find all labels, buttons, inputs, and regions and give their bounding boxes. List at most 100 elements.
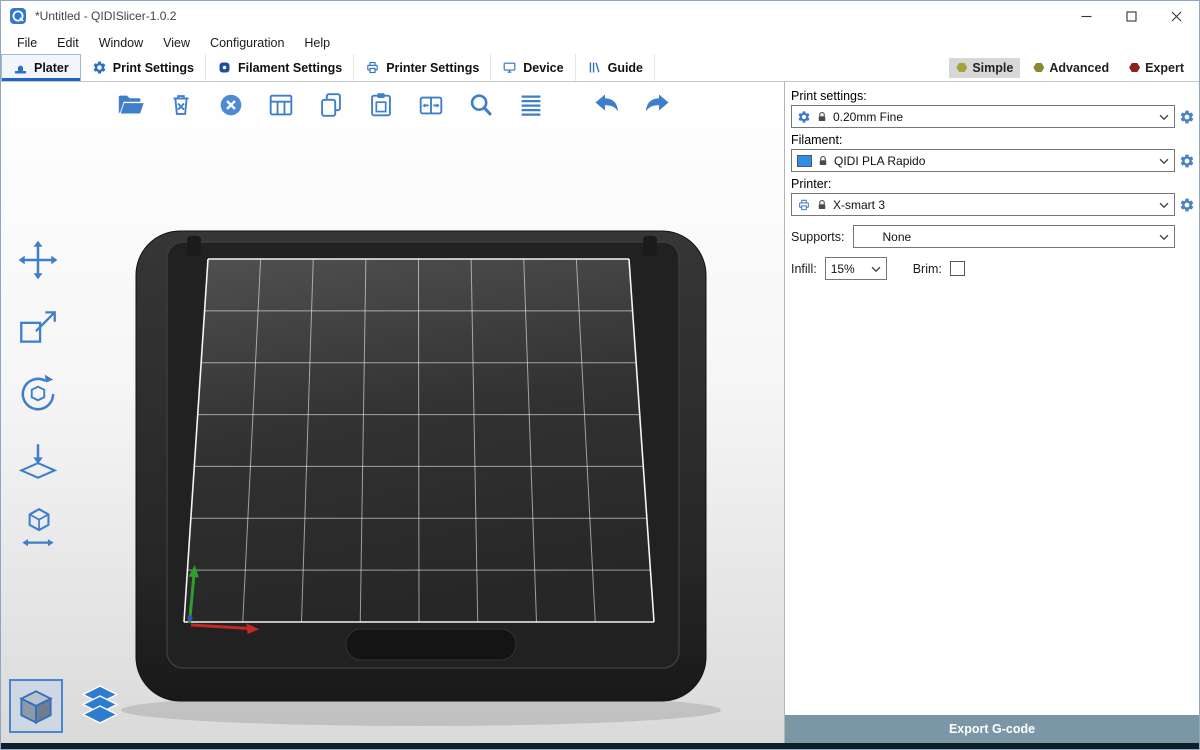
tab-bar: Plater Print Settings Filament Settings … bbox=[1, 54, 1199, 82]
measure-cube-icon bbox=[22, 509, 53, 546]
open-button[interactable] bbox=[113, 87, 149, 123]
copy-button[interactable] bbox=[313, 87, 349, 123]
tab-print-settings[interactable]: Print Settings bbox=[81, 54, 206, 81]
settings-sidebar: Print settings: 0.20mm Fine Filament: QI… bbox=[784, 82, 1199, 743]
gear-icon bbox=[92, 60, 107, 75]
print-settings-label: Print settings: bbox=[791, 89, 1199, 103]
chevron-down-icon bbox=[1156, 153, 1172, 169]
printer-gear-button[interactable] bbox=[1175, 197, 1199, 213]
sliced-layers-icon bbox=[83, 686, 117, 723]
preview-view-button[interactable] bbox=[73, 679, 127, 733]
redo-arrow-icon bbox=[646, 95, 669, 112]
filament-label: Filament: bbox=[791, 133, 1199, 147]
mode-label: Simple bbox=[972, 61, 1013, 75]
title-bar: *Untitled - QIDISlicer-1.0.2 bbox=[1, 1, 1199, 31]
simple-mode-dot-icon bbox=[956, 63, 967, 73]
infill-select[interactable]: 15% bbox=[825, 257, 887, 280]
maximize-button[interactable] bbox=[1109, 1, 1154, 31]
menu-window[interactable]: Window bbox=[89, 33, 153, 53]
supports-value: None bbox=[859, 230, 1151, 244]
undo-button[interactable] bbox=[589, 87, 625, 123]
print-bed[interactable] bbox=[1, 82, 786, 743]
trash-icon bbox=[173, 96, 188, 114]
mode-switcher: Simple Advanced Expert bbox=[949, 54, 1199, 81]
variable-layer-height-button[interactable] bbox=[513, 87, 549, 123]
app-window: *Untitled - QIDISlicer-1.0.2 File Edit W… bbox=[0, 0, 1200, 750]
tab-device[interactable]: Device bbox=[491, 54, 575, 81]
print-settings-select[interactable]: 0.20mm Fine bbox=[791, 105, 1175, 128]
redo-button[interactable] bbox=[639, 87, 675, 123]
mode-expert[interactable]: Expert bbox=[1122, 58, 1191, 78]
split-objects-button[interactable] bbox=[413, 87, 449, 123]
view-toolbar bbox=[9, 679, 127, 733]
arrange-grid-icon bbox=[270, 96, 291, 115]
infill-label: Infill: bbox=[791, 262, 817, 276]
menu-edit[interactable]: Edit bbox=[47, 33, 89, 53]
filament-spool-icon bbox=[217, 60, 232, 75]
gear-icon bbox=[797, 110, 811, 124]
delete-all-button[interactable] bbox=[213, 87, 249, 123]
mode-simple[interactable]: Simple bbox=[949, 58, 1020, 78]
lock-icon bbox=[817, 155, 829, 167]
printer-select[interactable]: X-smart 3 bbox=[791, 193, 1175, 216]
menu-view[interactable]: View bbox=[153, 33, 200, 53]
menu-help[interactable]: Help bbox=[294, 33, 340, 53]
move-arrows-icon bbox=[19, 241, 58, 280]
scale-tool-button[interactable] bbox=[11, 302, 65, 352]
place-on-face-tool-button[interactable] bbox=[11, 436, 65, 486]
printer-value: X-smart 3 bbox=[833, 198, 1151, 212]
close-button[interactable] bbox=[1154, 1, 1199, 31]
menu-bar: File Edit Window View Configuration Help bbox=[1, 31, 1199, 54]
menu-configuration[interactable]: Configuration bbox=[200, 33, 294, 53]
menu-file[interactable]: File bbox=[7, 33, 47, 53]
filament-color-swatch bbox=[797, 155, 812, 167]
search-button[interactable] bbox=[463, 87, 499, 123]
print-settings-gear-button[interactable] bbox=[1175, 109, 1199, 125]
export-gcode-button[interactable]: Export G-code bbox=[785, 715, 1199, 743]
window-controls bbox=[1064, 1, 1199, 31]
brim-label: Brim: bbox=[913, 262, 942, 276]
copy-icon bbox=[322, 94, 340, 116]
scale-icon bbox=[21, 312, 54, 341]
mode-advanced[interactable]: Advanced bbox=[1026, 58, 1116, 78]
brim-checkbox[interactable] bbox=[950, 261, 965, 276]
chevron-down-icon bbox=[868, 261, 884, 277]
printer-label: Printer: bbox=[791, 177, 1199, 191]
supports-label: Supports: bbox=[791, 230, 845, 244]
viewport-3d[interactable] bbox=[1, 82, 786, 743]
tab-plater[interactable]: Plater bbox=[1, 54, 81, 81]
tab-guide[interactable]: Guide bbox=[576, 54, 655, 81]
undo-arrow-icon bbox=[595, 95, 618, 112]
filament-gear-button[interactable] bbox=[1175, 153, 1199, 169]
minimize-button[interactable] bbox=[1064, 1, 1109, 31]
editor-view-button[interactable] bbox=[9, 679, 63, 733]
tab-label: Plater bbox=[34, 61, 69, 75]
tab-label: Guide bbox=[608, 61, 643, 75]
filament-select[interactable]: QIDI PLA Rapido bbox=[791, 149, 1175, 172]
tab-filament-settings[interactable]: Filament Settings bbox=[206, 54, 354, 81]
print-settings-value: 0.20mm Fine bbox=[833, 110, 1151, 124]
chevron-down-icon bbox=[1156, 109, 1172, 125]
arrange-button[interactable] bbox=[263, 87, 299, 123]
split-icon bbox=[420, 98, 441, 114]
layer-lines-icon bbox=[521, 97, 540, 115]
printer-icon bbox=[365, 60, 380, 75]
lock-icon bbox=[816, 111, 828, 123]
guide-book-icon bbox=[587, 60, 602, 75]
tab-label: Print Settings bbox=[113, 61, 194, 75]
tab-label: Device bbox=[523, 61, 563, 75]
measure-tool-button[interactable] bbox=[11, 503, 65, 553]
expert-mode-dot-icon bbox=[1129, 63, 1140, 73]
tab-printer-settings[interactable]: Printer Settings bbox=[354, 54, 491, 81]
move-tool-button[interactable] bbox=[11, 235, 65, 285]
app-logo-icon bbox=[9, 7, 27, 25]
supports-select[interactable]: None bbox=[853, 225, 1175, 248]
gizmo-toolbar bbox=[11, 235, 65, 553]
delete-button[interactable] bbox=[163, 87, 199, 123]
infill-value: 15% bbox=[831, 262, 863, 276]
lock-icon bbox=[816, 199, 828, 211]
device-monitor-icon bbox=[502, 60, 517, 75]
paste-button[interactable] bbox=[363, 87, 399, 123]
rotate-tool-button[interactable] bbox=[11, 369, 65, 419]
plater-icon bbox=[13, 61, 28, 76]
